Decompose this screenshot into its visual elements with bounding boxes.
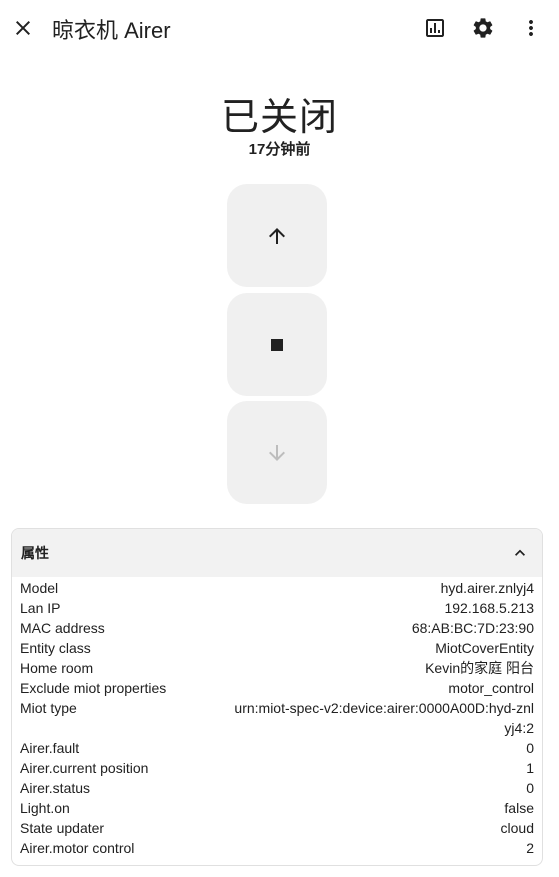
chart-box-icon	[426, 19, 444, 37]
gear-icon	[473, 18, 493, 38]
dots-vertical-icon	[529, 20, 533, 36]
attribute-row: Airer.fault 0	[20, 738, 534, 758]
attribute-value: 0	[526, 780, 534, 796]
attribute-row: Exclude miot properties motor_control	[20, 678, 534, 698]
attribute-row: Airer.status 0	[20, 778, 534, 798]
attribute-value: motor_control	[448, 680, 534, 696]
arrow-down-icon	[269, 444, 285, 461]
attribute-key: MAC address	[20, 620, 105, 636]
attribute-key: Exclude miot properties	[20, 680, 167, 696]
attribute-key: Light.on	[20, 800, 70, 816]
history-button[interactable]	[415, 8, 455, 48]
attributes-toggle[interactable]: 属性	[12, 529, 542, 577]
attributes-list: Model hyd.airer.znlyj4 Lan IP 192.168.5.213…	[12, 577, 542, 858]
attribute-value: 1	[526, 760, 534, 776]
attribute-key: Lan IP	[20, 600, 61, 616]
more-options-button[interactable]	[511, 8, 551, 48]
attribute-value: MiotCoverEntity	[435, 640, 534, 656]
stop-icon	[271, 338, 283, 351]
attribute-row: Home room Kevin的家庭 阳台	[20, 658, 534, 678]
dialog-title: 晾衣机 Airer	[52, 18, 171, 43]
arrow-up-icon	[269, 227, 285, 244]
attribute-key: Airer.motor control	[20, 840, 135, 856]
close-icon	[16, 21, 30, 35]
attribute-row: Entity class MiotCoverEntity	[20, 638, 534, 658]
close-cover-button[interactable]	[227, 401, 327, 504]
attribute-value: 0	[526, 740, 534, 756]
attribute-value: 192.168.5.213	[444, 600, 534, 616]
attribute-value: false	[504, 800, 534, 816]
attribute-row: Lan IP 192.168.5.213	[20, 598, 534, 618]
attribute-value: urn:miot-spec-v2:device:airer:0000A00D:h…	[234, 700, 534, 736]
settings-button[interactable]	[463, 8, 503, 48]
attribute-row: Airer.current position 1	[20, 758, 534, 778]
attributes-panel: 属性 Model hyd.airer.znlyj4 Lan IP 192.168.5.…	[11, 528, 543, 866]
stop-cover-button[interactable]	[227, 293, 327, 396]
attribute-value: 68:AB:BC:7D:23:90	[411, 620, 534, 636]
attribute-key: Entity class	[20, 640, 91, 656]
attribute-key: Miot type	[20, 700, 77, 716]
attribute-key: Home room	[20, 660, 94, 676]
last-changed-time: 17分钟前	[248, 141, 311, 158]
close-button[interactable]	[3, 8, 43, 48]
attribute-key: Model	[20, 580, 59, 596]
chevron-up-icon	[515, 549, 525, 556]
attribute-key: Airer.fault	[20, 740, 80, 756]
dialog-header: 晾衣机 Airer	[0, 0, 559, 56]
attribute-row: State updater cloud	[20, 818, 534, 838]
attribute-key: Airer.status	[20, 780, 91, 796]
attribute-key: Airer.current position	[20, 760, 149, 776]
open-cover-button[interactable]	[227, 184, 327, 287]
attribute-value: hyd.airer.znlyj4	[440, 580, 534, 596]
attribute-value: cloud	[500, 820, 534, 836]
state-value: 已关闭	[220, 97, 338, 139]
attribute-value: Kevin的家庭 阳台	[425, 660, 534, 676]
attributes-title: 属性	[21, 545, 49, 561]
attribute-row: MAC address 68:AB:BC:7D:23:90	[20, 618, 534, 638]
attribute-key: State updater	[20, 820, 105, 836]
attribute-row: Airer.motor control 2	[20, 838, 534, 858]
attribute-value: 2	[526, 840, 534, 856]
attribute-row: Light.on false	[20, 798, 534, 818]
attribute-row: Model hyd.airer.znlyj4	[20, 578, 534, 598]
attribute-row: Miot type urn:miot-spec-v2:device:airer:0…	[20, 698, 534, 738]
